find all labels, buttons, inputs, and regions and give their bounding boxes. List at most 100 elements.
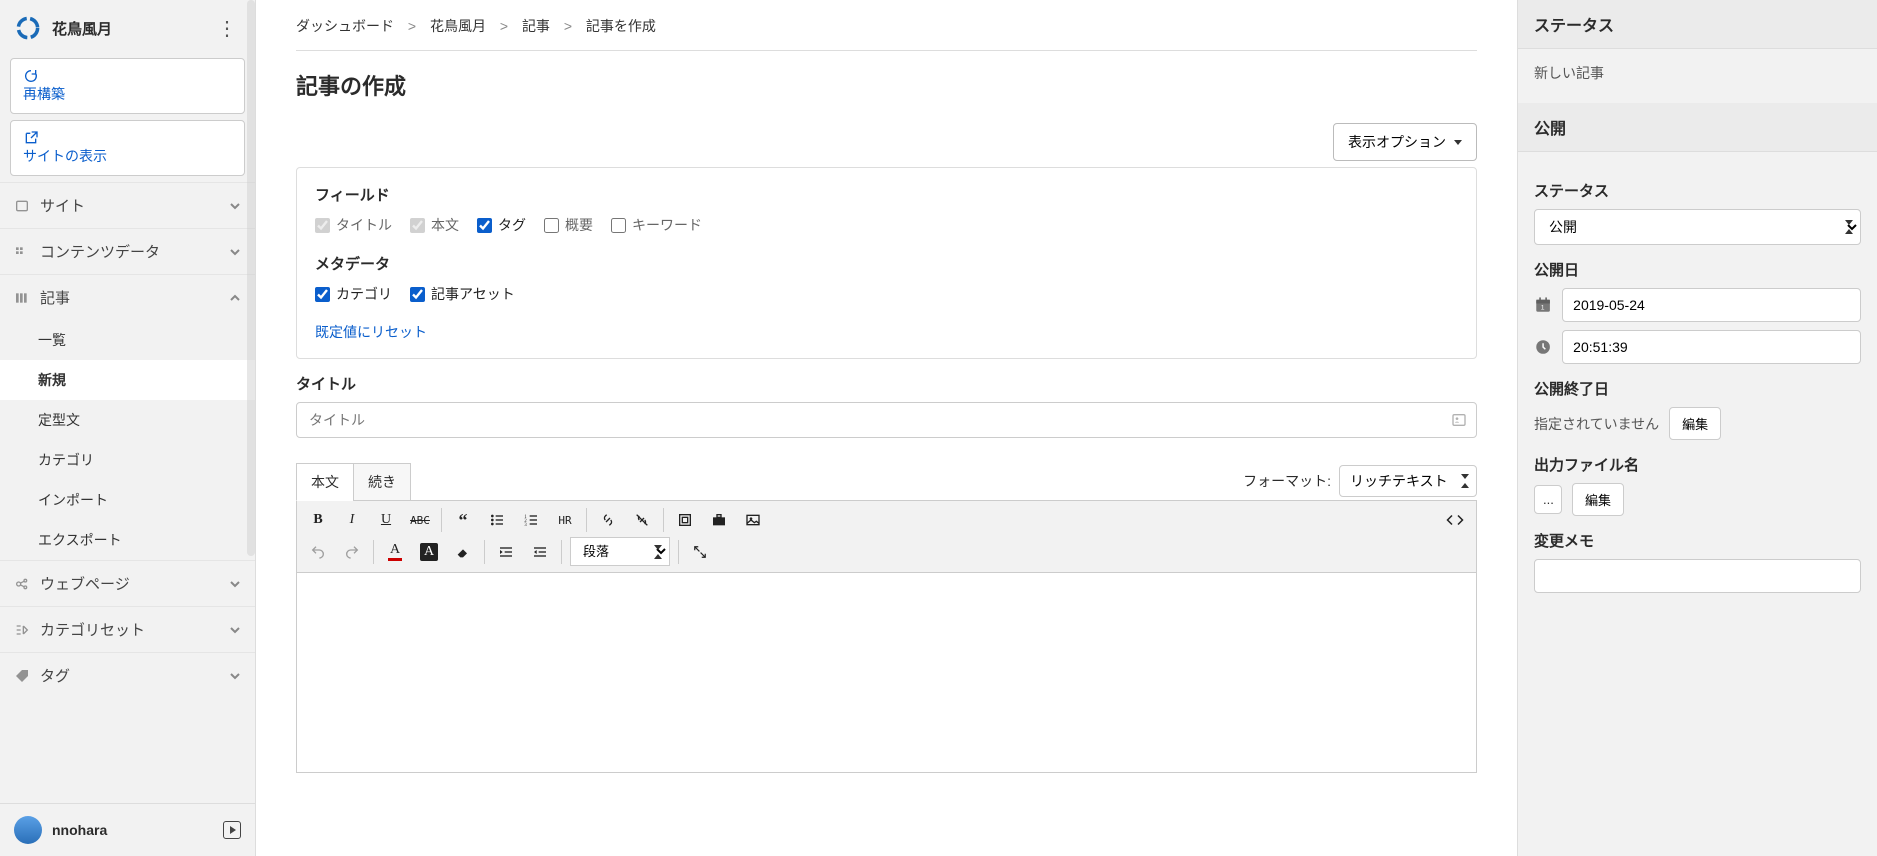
format-select[interactable]: リッチテキスト bbox=[1339, 465, 1477, 497]
reset-defaults-link[interactable]: 既定値にリセット bbox=[315, 324, 427, 340]
logo-icon bbox=[14, 14, 42, 42]
avatar bbox=[14, 816, 42, 844]
image-icon[interactable] bbox=[736, 505, 770, 535]
fields-heading: フィールド bbox=[315, 184, 1458, 205]
bold-icon[interactable]: B bbox=[301, 505, 335, 535]
category-set-icon bbox=[14, 622, 30, 638]
source-code-icon[interactable] bbox=[1438, 505, 1472, 535]
rebuild-button[interactable]: 再構築 bbox=[10, 58, 245, 114]
svg-text:3: 3 bbox=[524, 523, 527, 528]
breadcrumb-site[interactable]: 花鳥風月 bbox=[430, 18, 486, 34]
fullscreen-icon[interactable] bbox=[683, 537, 717, 567]
breadcrumb: ダッシュボード > 花鳥風月 > 記事 > 記事を作成 bbox=[296, 10, 1477, 50]
tab-more[interactable]: 続き bbox=[353, 463, 411, 501]
outdent-icon[interactable] bbox=[523, 537, 557, 567]
link-icon[interactable] bbox=[591, 505, 625, 535]
nav-group-webpages[interactable]: ウェブページ bbox=[0, 560, 255, 606]
right-rail: ステータス 新しい記事 公開 ステータス 公開 公開日 1 公開終了日 bbox=[1517, 0, 1877, 856]
pubdate-label: 公開日 bbox=[1534, 259, 1861, 280]
status-label: ステータス bbox=[1534, 180, 1861, 201]
sidebar-item-export[interactable]: エクスポート bbox=[0, 520, 255, 560]
unpub-edit-button[interactable]: 編集 bbox=[1669, 407, 1721, 440]
indent-icon[interactable] bbox=[489, 537, 523, 567]
chk-summary[interactable]: 概要 bbox=[544, 215, 593, 235]
blockquote-icon[interactable]: “ bbox=[446, 505, 480, 535]
chk-tags[interactable]: タグ bbox=[477, 215, 526, 235]
bullet-list-icon[interactable] bbox=[480, 505, 514, 535]
tab-body[interactable]: 本文 bbox=[296, 463, 354, 501]
italic-icon[interactable]: I bbox=[335, 505, 369, 535]
view-site-button[interactable]: サイトの表示 bbox=[10, 120, 245, 176]
chk-category[interactable]: カテゴリ bbox=[315, 284, 392, 304]
sidebar-item-categories[interactable]: カテゴリ bbox=[0, 440, 255, 480]
chevron-down-icon bbox=[229, 578, 241, 590]
contact-card-icon[interactable] bbox=[1451, 412, 1467, 428]
sidebar: 花鳥風月 ⋮ 再構築 サイトの表示 サイト コンテンツデータ bbox=[0, 0, 256, 856]
external-link-icon bbox=[23, 130, 39, 146]
numbered-list-icon[interactable]: 123 bbox=[514, 505, 548, 535]
nav-group-tags[interactable]: タグ bbox=[0, 652, 255, 698]
pubdate-input[interactable] bbox=[1562, 288, 1861, 322]
chk-body[interactable]: 本文 bbox=[410, 215, 459, 235]
nav-group-site[interactable]: サイト bbox=[0, 182, 255, 228]
asset-icon[interactable] bbox=[668, 505, 702, 535]
block-format-select[interactable]: 段落 bbox=[570, 537, 670, 566]
username: nnohara bbox=[52, 822, 223, 838]
fields-panel: フィールド タイトル 本文 タグ 概要 キーワード メタデータ カテゴリ 記事ア… bbox=[296, 167, 1477, 359]
metadata-heading: メタデータ bbox=[315, 253, 1458, 274]
editor-toolbar: B I U ABC “ 123 HR bbox=[296, 500, 1477, 573]
chk-title[interactable]: タイトル bbox=[315, 215, 392, 235]
hr-icon[interactable]: HR bbox=[548, 505, 582, 535]
display-options-button[interactable]: 表示オプション bbox=[1333, 123, 1477, 161]
sidebar-item-list[interactable]: 一覧 bbox=[0, 320, 255, 360]
text-color-icon[interactable]: A bbox=[378, 537, 412, 567]
main: ダッシュボード > 花鳥風月 > 記事 > 記事を作成 記事の作成 表示オプショ… bbox=[256, 0, 1517, 856]
bg-color-icon[interactable]: A bbox=[412, 537, 446, 567]
sidebar-item-templates[interactable]: 定型文 bbox=[0, 400, 255, 440]
chevron-up-icon bbox=[229, 292, 241, 304]
redo-icon[interactable] bbox=[335, 537, 369, 567]
webpages-icon bbox=[14, 576, 30, 592]
site-icon bbox=[14, 198, 30, 214]
underline-icon[interactable]: U bbox=[369, 505, 403, 535]
chk-entry-asset[interactable]: 記事アセット bbox=[410, 284, 515, 304]
pubtime-input[interactable] bbox=[1562, 330, 1861, 364]
rebuild-icon bbox=[23, 68, 39, 84]
strikethrough-icon[interactable]: ABC bbox=[403, 505, 437, 535]
sidebar-item-import[interactable]: インポート bbox=[0, 480, 255, 520]
nav-group-entries[interactable]: 記事 bbox=[0, 274, 255, 320]
status-select[interactable]: 公開 bbox=[1534, 209, 1861, 245]
chk-keywords[interactable]: キーワード bbox=[611, 215, 702, 235]
undo-icon[interactable] bbox=[301, 537, 335, 567]
title-input[interactable] bbox=[296, 402, 1477, 438]
clock-icon bbox=[1534, 337, 1552, 357]
chevron-down-icon bbox=[229, 670, 241, 682]
eraser-icon[interactable] bbox=[446, 537, 480, 567]
page-title: 記事の作成 bbox=[296, 69, 1477, 101]
breadcrumb-create: 記事を作成 bbox=[586, 18, 656, 34]
svg-text:1: 1 bbox=[1541, 305, 1545, 312]
caret-down-icon bbox=[1454, 140, 1462, 145]
kebab-menu-icon[interactable]: ⋮ bbox=[209, 16, 245, 41]
outfile-edit-button[interactable]: 編集 bbox=[1572, 483, 1624, 516]
sidebar-item-new[interactable]: 新規 bbox=[0, 360, 255, 400]
breadcrumb-dashboard[interactable]: ダッシュボード bbox=[296, 18, 394, 34]
chevron-down-icon bbox=[229, 200, 241, 212]
unpub-text: 指定されていません bbox=[1534, 414, 1659, 434]
site-title[interactable]: 花鳥風月 bbox=[52, 18, 209, 39]
memo-input[interactable] bbox=[1534, 559, 1861, 593]
editor-textarea[interactable] bbox=[296, 573, 1477, 773]
nav-group-content-data[interactable]: コンテンツデータ bbox=[0, 228, 255, 274]
calendar-icon: 1 bbox=[1534, 295, 1552, 315]
nav-group-category-set[interactable]: カテゴリセット bbox=[0, 606, 255, 652]
format-label: フォーマット: bbox=[1243, 471, 1331, 491]
content-data-icon bbox=[14, 244, 30, 260]
breadcrumb-entries[interactable]: 記事 bbox=[522, 18, 550, 34]
play-icon[interactable] bbox=[223, 821, 241, 839]
unlink-icon[interactable] bbox=[625, 505, 659, 535]
user-footer[interactable]: nnohara bbox=[0, 803, 255, 856]
briefcase-icon[interactable] bbox=[702, 505, 736, 535]
chevron-down-icon bbox=[229, 624, 241, 636]
tags-icon bbox=[14, 668, 30, 684]
status-text: 新しい記事 bbox=[1534, 63, 1861, 83]
